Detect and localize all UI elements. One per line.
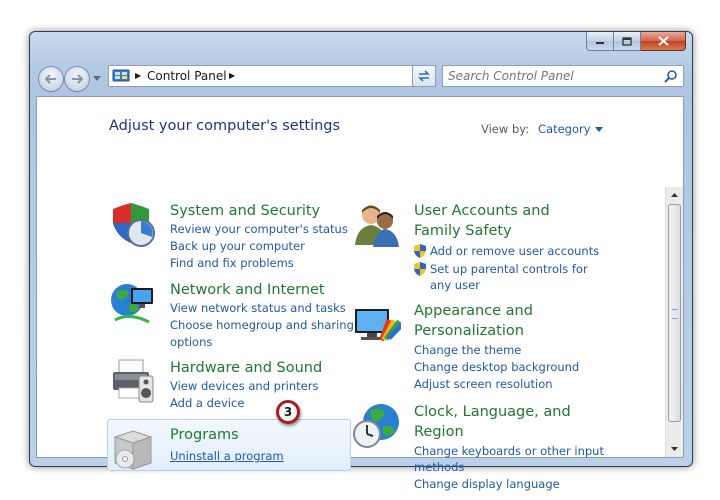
category-title-network-internet[interactable]: Network and Internet <box>170 280 325 300</box>
scroll-down-button[interactable] <box>667 441 682 457</box>
category-title-programs[interactable]: Programs <box>170 425 239 445</box>
content-pane: Adjust your computer's settings View by:… <box>36 96 684 491</box>
chevron-down-icon <box>93 76 101 81</box>
refresh-button[interactable] <box>412 65 436 87</box>
maximize-icon <box>622 36 632 46</box>
printer-speaker-icon[interactable] <box>109 358 157 406</box>
view-by-dropdown[interactable]: Category <box>538 122 603 136</box>
page-title: Adjust your computer's settings <box>109 118 341 134</box>
category-title-user-accounts-line2[interactable]: Family Safety <box>414 221 512 241</box>
link-change-keyboards[interactable]: Change keyboards or other input <box>414 443 604 460</box>
link-parental-controls-any-user[interactable]: any user <box>430 277 480 294</box>
recent-pages-dropdown[interactable] <box>92 73 102 85</box>
link-backup[interactable]: Back up your computer <box>170 238 305 255</box>
breadcrumb-control-panel[interactable]: Control Panel <box>147 69 227 83</box>
arrow-up-icon <box>671 192 678 197</box>
programs-box-icon[interactable] <box>109 425 157 473</box>
close-icon <box>657 36 669 46</box>
minimize-button[interactable] <box>586 32 614 51</box>
security-shield-icon[interactable] <box>109 201 157 249</box>
link-homegroup-options[interactable]: options <box>170 334 212 351</box>
maximize-button[interactable] <box>614 32 641 51</box>
view-by-label: View by: <box>481 122 530 136</box>
chevron-down-icon <box>594 127 603 132</box>
navigation-bar: ▶ Control Panel ▶ ▼ <box>36 64 686 92</box>
category-title-hardware-sound[interactable]: Hardware and Sound <box>170 358 322 378</box>
category-title-clock-line2[interactable]: Region <box>414 422 464 442</box>
category-title-appearance-line2[interactable]: Personalization <box>414 321 524 341</box>
network-globe-icon[interactable] <box>109 280 157 328</box>
link-change-keyboards-methods[interactable]: methods <box>414 459 464 476</box>
search-input[interactable] <box>448 68 658 84</box>
scroll-thumb[interactable] <box>668 204 681 422</box>
minimize-icon <box>596 42 604 44</box>
appearance-monitor-icon[interactable] <box>353 301 401 349</box>
link-network-status[interactable]: View network status and tasks <box>170 300 346 317</box>
uac-shield-icon <box>414 244 426 258</box>
search-box[interactable] <box>442 65 684 87</box>
category-title-system-security[interactable]: System and Security <box>170 201 320 221</box>
uac-shield-icon <box>414 262 426 276</box>
link-parental-controls[interactable]: Set up parental controls for <box>430 261 588 278</box>
callout-badge: 3 <box>276 400 300 424</box>
back-button[interactable] <box>38 66 64 92</box>
search-icon[interactable] <box>664 69 678 83</box>
category-title-appearance-line1[interactable]: Appearance and <box>414 301 533 321</box>
close-button[interactable] <box>641 32 686 51</box>
address-bar[interactable]: ▶ Control Panel ▶ ▼ <box>108 65 436 87</box>
clock-globe-icon[interactable] <box>353 402 401 450</box>
link-add-remove-accounts[interactable]: Add or remove user accounts <box>430 243 599 260</box>
arrow-down-icon <box>671 446 678 451</box>
users-icon[interactable] <box>353 201 401 249</box>
control-panel-window: ▶ Control Panel ▶ ▼ Adjust your computer… <box>29 31 693 491</box>
back-arrow-icon <box>45 74 56 84</box>
forward-button[interactable] <box>64 66 90 92</box>
link-devices-printers[interactable]: View devices and printers <box>170 378 318 395</box>
category-title-clock-line1[interactable]: Clock, Language, and <box>414 402 571 422</box>
scroll-up-button[interactable] <box>667 187 682 203</box>
caption-buttons <box>586 32 686 51</box>
link-screen-resolution[interactable]: Adjust screen resolution <box>414 376 553 393</box>
link-review-status[interactable]: Review your computer's status <box>170 221 348 238</box>
control-panel-icon <box>112 69 130 82</box>
link-homegroup[interactable]: Choose homegroup and sharing <box>170 317 354 334</box>
breadcrumb-arrow-icon[interactable]: ▶ <box>135 71 141 80</box>
link-uninstall-program[interactable]: Uninstall a program <box>170 448 284 465</box>
forward-arrow-icon <box>72 74 83 84</box>
refresh-icon <box>418 70 430 82</box>
view-by-value: Category <box>538 122 591 136</box>
link-desktop-background[interactable]: Change desktop background <box>414 359 579 376</box>
link-change-theme[interactable]: Change the theme <box>414 342 521 359</box>
scroll-grip <box>672 309 678 319</box>
link-add-device[interactable]: Add a device <box>170 395 244 412</box>
breadcrumb-arrow-icon[interactable]: ▶ <box>229 71 235 80</box>
category-title-user-accounts-line1[interactable]: User Accounts and <box>414 201 550 221</box>
link-find-fix[interactable]: Find and fix problems <box>170 255 294 272</box>
vertical-scrollbar[interactable] <box>665 187 683 457</box>
link-display-language[interactable]: Change display language <box>414 476 560 493</box>
